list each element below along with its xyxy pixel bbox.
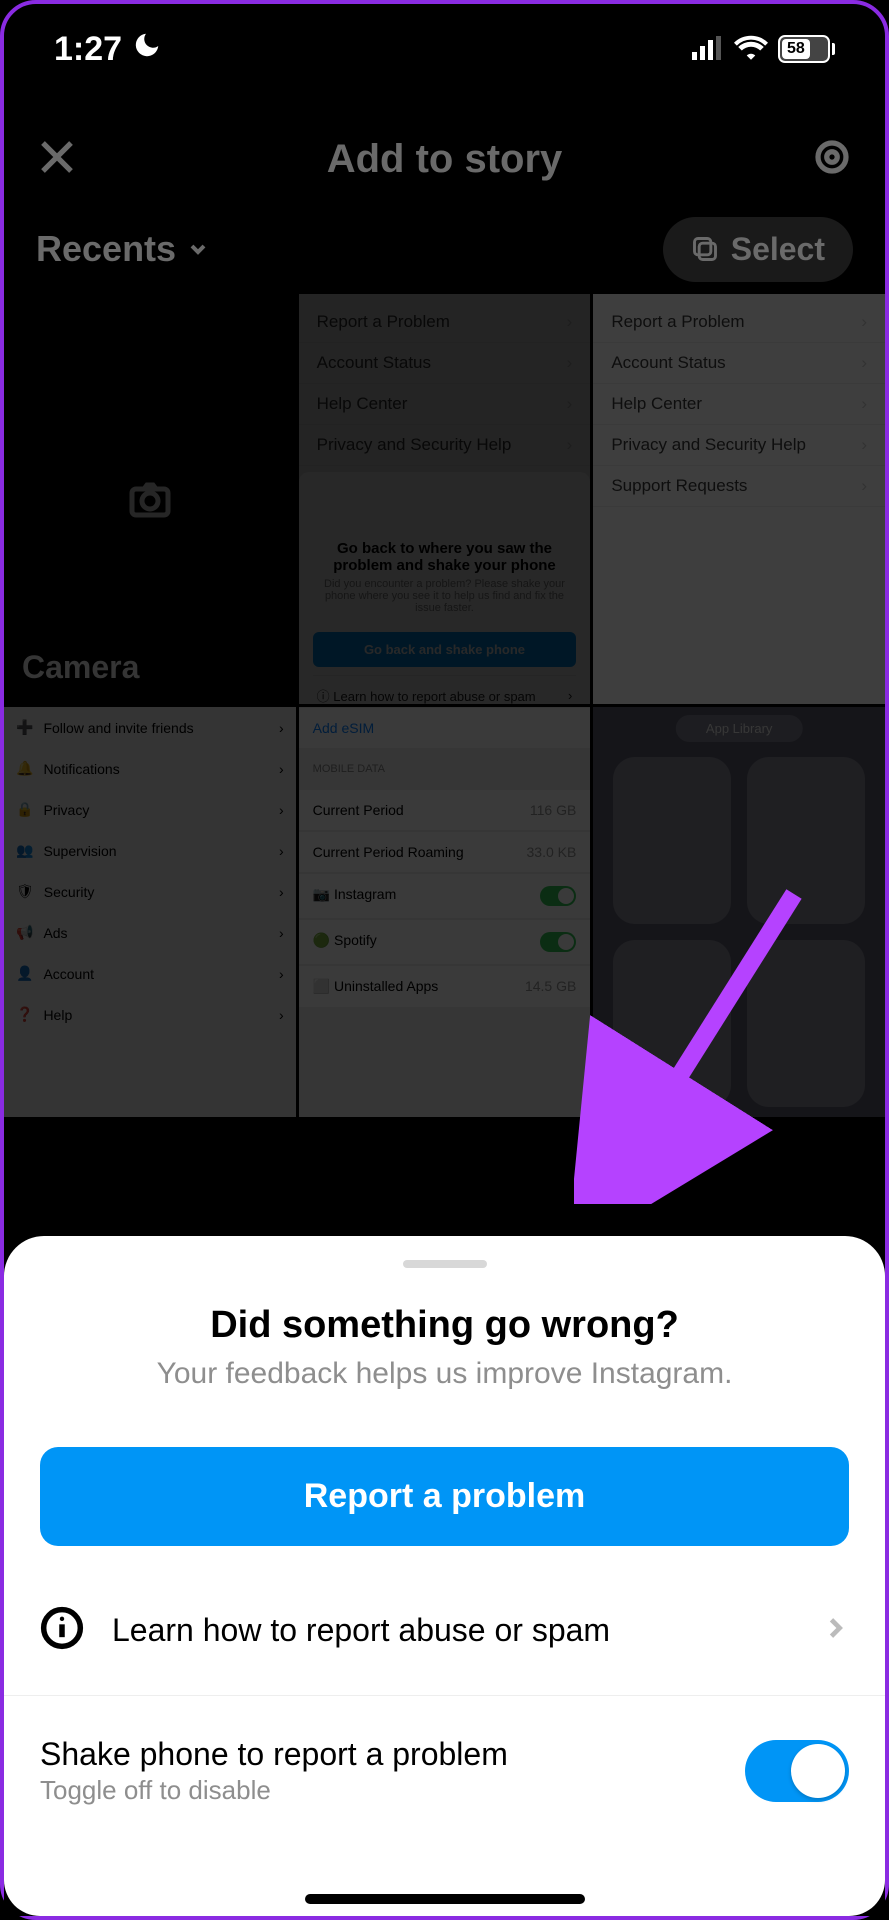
camera-label: Camera [22, 649, 139, 686]
sheet-grabber[interactable] [403, 1260, 487, 1268]
shake-title: Shake phone to report a problem [40, 1736, 717, 1773]
status-time: 1:27 [54, 30, 122, 69]
report-problem-button[interactable]: Report a problem [40, 1447, 849, 1546]
battery-indicator: 58 [778, 35, 835, 63]
gear-icon[interactable] [811, 136, 853, 183]
shake-to-report-row: Shake phone to report a problem Toggle o… [4, 1696, 885, 1846]
thumbnail[interactable]: Report a Problem› Account Status› Help C… [299, 294, 591, 704]
report-problem-sheet: Did something go wrong? Your feedback he… [4, 1236, 885, 1916]
info-icon [40, 1606, 84, 1655]
learn-label: Learn how to report abuse or spam [112, 1612, 793, 1649]
sheet-title: Did something go wrong? [4, 1304, 885, 1347]
camera-tile[interactable]: Camera [4, 294, 296, 704]
select-multiple-button[interactable]: Select [663, 217, 853, 282]
cellular-signal-icon [692, 30, 724, 69]
thumbnail[interactable]: Report a Problem› Account Status› Help C… [593, 294, 885, 704]
thumbnail[interactable]: Add eSIM MOBILE DATA Current Period116 G… [299, 707, 591, 1117]
shake-toggle[interactable] [745, 1740, 849, 1802]
page-title: Add to story [78, 137, 811, 182]
home-indicator[interactable] [305, 1894, 585, 1904]
chevron-right-icon [821, 1614, 849, 1647]
story-header: Add to story [4, 124, 885, 194]
album-label: Recents [36, 228, 176, 270]
wifi-icon [734, 30, 768, 69]
album-picker-bar: Recents Select [4, 214, 885, 284]
close-icon[interactable] [36, 136, 78, 183]
select-label: Select [731, 231, 825, 268]
chevron-down-icon [186, 228, 210, 270]
learn-report-abuse-row[interactable]: Learn how to report abuse or spam [4, 1566, 885, 1696]
album-dropdown[interactable]: Recents [36, 228, 210, 270]
thumbnail[interactable]: App Library [593, 707, 885, 1117]
do-not-disturb-icon [132, 30, 162, 69]
sheet-subtitle: Your feedback helps us improve Instagram… [4, 1357, 885, 1391]
thumbnail[interactable]: ➕ Follow and invite friends› 🔔 Notificat… [4, 707, 296, 1117]
status-bar: 1:27 58 [4, 24, 885, 74]
shake-subtitle: Toggle off to disable [40, 1775, 717, 1806]
